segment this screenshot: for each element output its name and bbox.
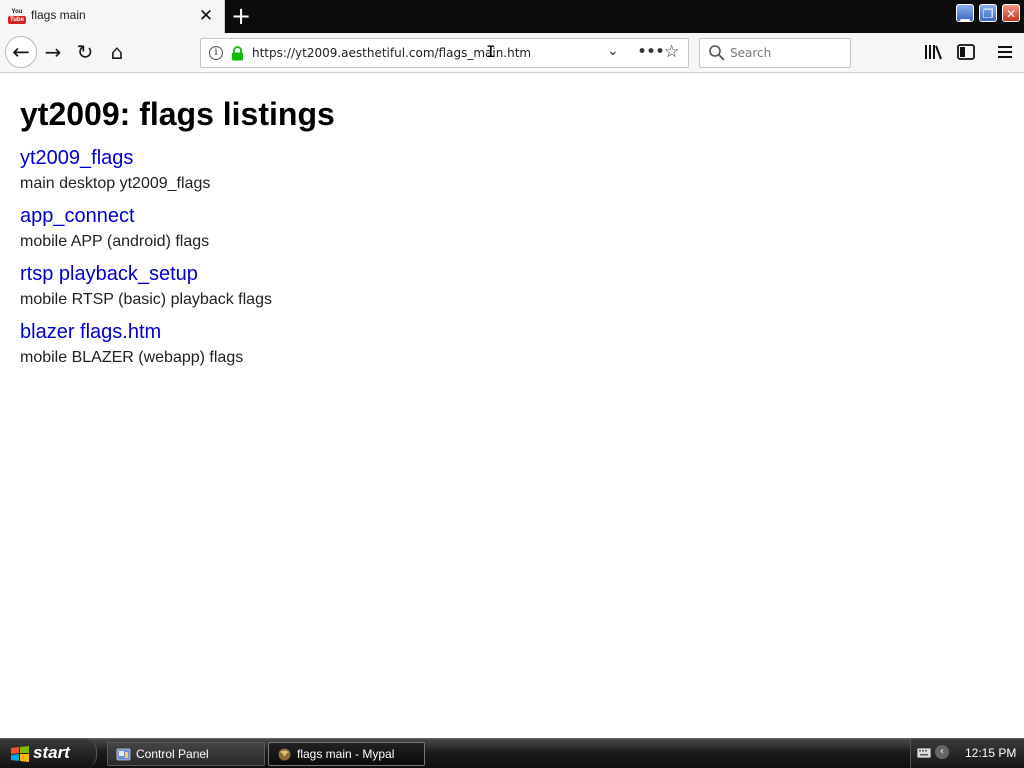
control-panel-icon xyxy=(116,748,131,761)
tab-close-icon[interactable]: ✕ xyxy=(196,6,216,26)
address-bar[interactable]: i https://yt2009.aesthetiful.com/flags_m… xyxy=(200,38,689,68)
secure-lock-icon[interactable] xyxy=(231,46,244,61)
site-info-icon[interactable]: i xyxy=(209,46,223,60)
flags-list: yt2009_flags main desktop yt2009_flags a… xyxy=(20,144,1000,370)
page-actions-more-icon[interactable]: ••• xyxy=(637,42,665,62)
flag-description: mobile BLAZER (webapp) flags xyxy=(20,349,244,366)
tray-collapse-icon[interactable]: ‹ xyxy=(935,745,949,759)
minimize-window-button[interactable]: ▁ xyxy=(956,4,974,22)
flag-description: main desktop yt2009_flags xyxy=(20,175,211,192)
mypal-icon xyxy=(278,748,291,761)
list-item: rtsp playback_setup mobile RTSP (basic) … xyxy=(20,260,1000,312)
restore-window-button[interactable]: ❐ xyxy=(979,4,997,22)
flag-description: mobile APP (android) flags xyxy=(20,233,210,250)
system-clock[interactable]: 12:15 PM xyxy=(965,746,1016,760)
url-dropdown-chevron-icon[interactable]: ⌄ xyxy=(607,43,619,59)
library-icon[interactable] xyxy=(920,38,946,66)
flag-link-blazer-flags[interactable]: blazer flags.htm xyxy=(20,318,1000,346)
flag-description: mobile RTSP (basic) playback flags xyxy=(20,291,272,308)
navigation-toolbar: ← → ↻ ⌂ i https://yt2009.aesthetiful.com… xyxy=(0,33,1024,73)
page-title: yt2009: flags listings xyxy=(20,96,335,132)
tab-title: flags main xyxy=(31,8,86,22)
hamburger-menu-icon[interactable] xyxy=(992,38,1018,66)
search-icon xyxy=(709,45,725,61)
new-tab-button[interactable]: + xyxy=(228,4,254,28)
list-item: yt2009_flags main desktop yt2009_flags xyxy=(20,144,1000,196)
forward-button[interactable]: → xyxy=(39,38,67,66)
taskbar-item-control-panel[interactable]: Control Panel xyxy=(107,742,265,766)
taskbar: start Control Panel flags main - Mypal ‹… xyxy=(0,738,1024,768)
browser-tab-flags-main[interactable]: You Tube flags main ✕ xyxy=(0,0,225,33)
search-input[interactable] xyxy=(730,39,845,67)
taskbar-item-label: Control Panel xyxy=(136,747,209,761)
bookmark-star-icon[interactable]: ☆ xyxy=(664,42,679,62)
flag-link-yt2009-flags[interactable]: yt2009_flags xyxy=(20,144,1000,172)
start-button[interactable]: start xyxy=(0,739,97,768)
flag-link-app-connect[interactable]: app_connect xyxy=(20,202,1000,230)
close-window-button[interactable]: ✕ xyxy=(1002,4,1020,22)
title-bar: You Tube flags main ✕ + ▁ ❐ ✕ xyxy=(0,0,1024,33)
page-content: yt2009: flags listings yt2009_flags main… xyxy=(20,96,1000,376)
taskbar-item-mypal[interactable]: flags main - Mypal xyxy=(268,742,425,766)
back-button[interactable]: ← xyxy=(5,36,37,68)
start-label: start xyxy=(33,743,70,762)
keyboard-icon[interactable] xyxy=(917,748,931,758)
flag-link-rtsp-playback-setup[interactable]: rtsp playback_setup xyxy=(20,260,1000,288)
windows-logo-icon xyxy=(11,746,29,762)
text-cursor-icon: I xyxy=(486,42,496,61)
reload-button[interactable]: ↻ xyxy=(71,38,99,66)
system-tray: ‹ 12:15 PM xyxy=(910,739,1024,768)
sidebar-toggle-icon[interactable] xyxy=(953,38,979,66)
taskbar-item-label: flags main - Mypal xyxy=(297,747,395,761)
search-bar[interactable] xyxy=(699,38,851,68)
youtube-favicon-icon: You Tube xyxy=(8,8,26,25)
home-button[interactable]: ⌂ xyxy=(103,38,131,66)
list-item: blazer flags.htm mobile BLAZER (webapp) … xyxy=(20,318,1000,370)
list-item: app_connect mobile APP (android) flags xyxy=(20,202,1000,254)
